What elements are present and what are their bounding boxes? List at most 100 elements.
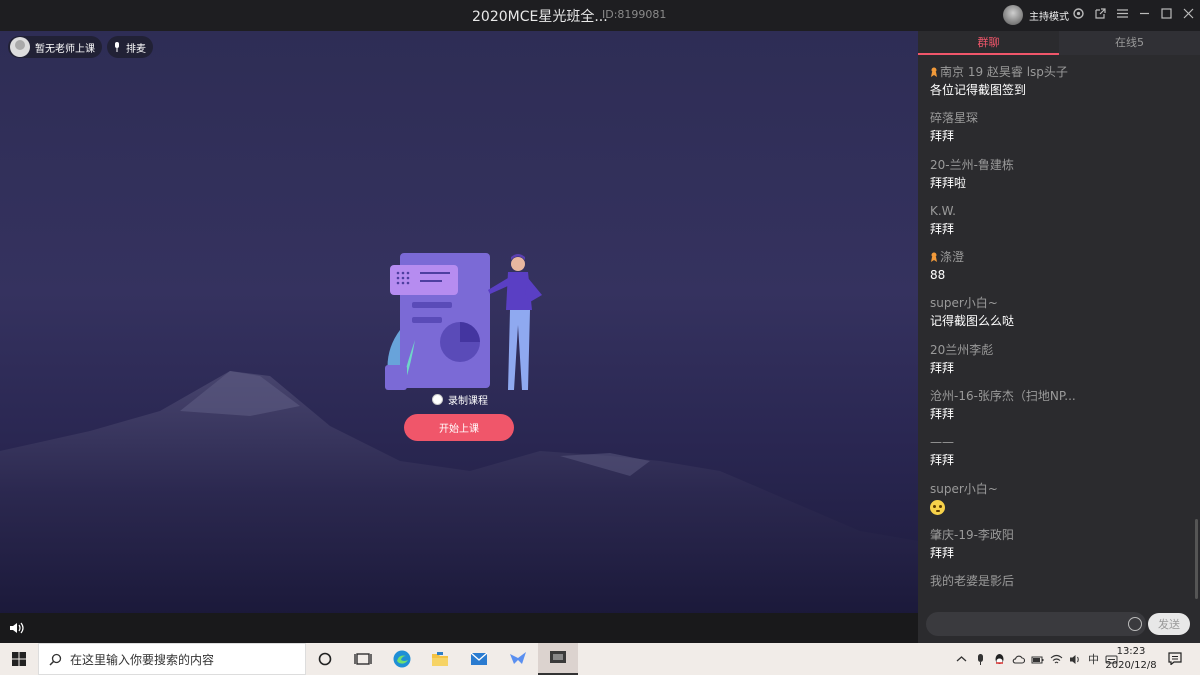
send-button[interactable]: 发送 xyxy=(1148,613,1190,635)
mic-order-button[interactable]: 排麦 xyxy=(107,36,153,58)
taskbar-clock[interactable]: 13:23 2020/12/8 xyxy=(1102,645,1160,673)
host-avatar xyxy=(1003,5,1023,25)
chevron-up-icon[interactable] xyxy=(955,653,968,666)
host-mode-label: 主持模式 xyxy=(1029,11,1069,23)
message-text xyxy=(930,590,1188,597)
wifi-icon[interactable] xyxy=(1050,653,1063,666)
title-bar: 2020MCE星光班全... ID:8199081 主持模式 xyxy=(0,0,1200,31)
sender-name: 我的老婆是影后 xyxy=(930,574,1015,589)
taskbar-search[interactable]: 在这里输入你要搜索的内容 xyxy=(38,643,306,675)
list-item: super小白~ 记得截图么么哒 xyxy=(930,294,1188,340)
stage-bottom-bar xyxy=(0,613,918,643)
start-class-button[interactable]: 开始上课 xyxy=(404,414,514,441)
system-tray: 中 xyxy=(955,651,1118,667)
chat-input[interactable] xyxy=(926,612,1146,636)
sender-name: —— xyxy=(930,435,954,450)
classroom-stage: 暂无老师上课 排麦 录制课程 开始上课 xyxy=(0,31,918,613)
tab-online[interactable]: 在线5 xyxy=(1059,31,1200,55)
sender-name: 沧州-16-张序杰（扫地NP... xyxy=(930,389,1076,404)
sender-name: 南京 19 赵昊睿 lsp头子 xyxy=(940,65,1068,79)
message-text: 拜拜 xyxy=(930,407,955,422)
list-item: 碎落星琛 拜拜 xyxy=(930,109,1188,155)
host-mode-toggle[interactable]: 主持模式 xyxy=(1003,5,1069,25)
chat-tabs: 群聊 在线5 xyxy=(918,31,1200,55)
medal-icon xyxy=(931,252,937,263)
sender-name: K.W. xyxy=(930,203,956,218)
message-text: 拜拜 xyxy=(930,129,955,144)
classroom-app-taskbar-button[interactable] xyxy=(538,643,578,675)
microphone-icon xyxy=(115,42,119,52)
popout-icon[interactable] xyxy=(1094,7,1107,20)
window-title: 2020MCE星光班全... xyxy=(472,9,608,25)
search-icon xyxy=(49,653,62,666)
minimize-icon[interactable] xyxy=(1138,7,1151,20)
teacher-label: 暂无老师上课 xyxy=(35,43,95,55)
list-item: 20-兰州-鲁建栋 拜拜啦 xyxy=(930,156,1188,202)
record-label: 录制课程 xyxy=(448,396,488,407)
chat-panel: 群聊 在线5 南京 19 赵昊睿 lsp头子 各位记得截图签到 碎落星琛 拜拜 … xyxy=(918,31,1200,643)
clock-time: 13:23 xyxy=(1116,646,1146,657)
message-text: 拜拜啦 xyxy=(930,175,967,190)
task-view-icon[interactable] xyxy=(353,649,373,669)
menu-icon[interactable] xyxy=(1116,7,1129,20)
message-text: 拜拜 xyxy=(930,545,955,560)
classroom-app-icon xyxy=(550,651,566,663)
medal-icon xyxy=(931,67,937,77)
notification-icon[interactable] xyxy=(1168,652,1182,665)
sender-name: super小白~ xyxy=(930,296,998,311)
message-text: 拜拜 xyxy=(930,221,955,236)
app-bird-icon[interactable] xyxy=(508,649,528,669)
qq-icon[interactable] xyxy=(993,653,1006,666)
sender-name: 20-兰州-鲁建栋 xyxy=(930,157,1014,172)
room-id: ID:8199081 xyxy=(602,8,667,21)
record-radio[interactable] xyxy=(432,394,443,405)
maximize-icon[interactable] xyxy=(1160,7,1173,20)
start-button[interactable] xyxy=(0,643,38,675)
record-course-option[interactable]: 录制课程 xyxy=(432,392,488,407)
microphone-tray-icon[interactable] xyxy=(974,653,987,666)
thinking-face-icon xyxy=(930,499,945,515)
chat-scrollbar[interactable] xyxy=(1195,519,1198,599)
list-item: super小白~ xyxy=(930,480,1188,526)
sender-name: 涤澄 xyxy=(940,250,965,265)
list-item: K.W. 拜拜 xyxy=(930,202,1188,248)
message-text: 记得截图么么哒 xyxy=(930,314,1015,329)
search-placeholder: 在这里输入你要搜索的内容 xyxy=(70,652,215,667)
empty-classroom-illustration xyxy=(385,253,542,390)
edge-browser-icon[interactable] xyxy=(392,649,412,669)
message-text: 88 xyxy=(930,268,946,283)
cloud-icon[interactable] xyxy=(1012,653,1025,666)
mail-icon[interactable] xyxy=(469,649,489,669)
close-icon[interactable] xyxy=(1182,7,1195,20)
message-text: 各位记得截图签到 xyxy=(930,83,1027,97)
ime-indicator[interactable]: 中 xyxy=(1088,651,1099,667)
sender-name: super小白~ xyxy=(930,481,998,496)
teacher-chip[interactable]: 暂无老师上课 xyxy=(8,36,102,58)
settings-icon[interactable] xyxy=(1072,7,1085,20)
list-item: —— 拜拜 xyxy=(930,433,1188,479)
list-item: 沧州-16-张序杰（扫地NP... 拜拜 xyxy=(930,387,1188,433)
sender-name: 肇庆-19-李政阳 xyxy=(930,527,1014,542)
teacher-avatar xyxy=(10,37,30,57)
tab-group-chat[interactable]: 群聊 xyxy=(918,31,1059,55)
message-text: 拜拜 xyxy=(930,453,955,468)
speaker-icon[interactable] xyxy=(1069,653,1082,666)
sender-name: 碎落星琛 xyxy=(930,111,979,126)
list-item: 肇庆-19-李政阳 拜拜 xyxy=(930,526,1188,572)
sender-name: 20兰州李彪 xyxy=(930,342,994,357)
cortana-icon[interactable] xyxy=(315,649,335,669)
file-explorer-icon[interactable] xyxy=(430,649,450,669)
battery-icon[interactable] xyxy=(1031,653,1044,666)
windows-logo-icon xyxy=(12,652,26,666)
volume-icon[interactable] xyxy=(9,621,25,635)
windows-taskbar: 在这里输入你要搜索的内容 中 13:23 2020/12/8 xyxy=(0,643,1200,675)
list-item: 我的老婆是影后 xyxy=(930,572,1188,597)
chat-input-row: 发送 xyxy=(926,612,1192,636)
chat-message-list[interactable]: 南京 19 赵昊睿 lsp头子 各位记得截图签到 碎落星琛 拜拜 20-兰州-鲁… xyxy=(930,63,1188,597)
message-text: 拜拜 xyxy=(930,360,955,375)
list-item: 涤澄 88 xyxy=(930,248,1188,294)
list-item: 南京 19 赵昊睿 lsp头子 各位记得截图签到 xyxy=(930,63,1188,109)
mic-order-label: 排麦 xyxy=(126,43,146,55)
emoji-picker-icon[interactable] xyxy=(1128,617,1142,631)
clock-date: 2020/12/8 xyxy=(1105,660,1157,671)
